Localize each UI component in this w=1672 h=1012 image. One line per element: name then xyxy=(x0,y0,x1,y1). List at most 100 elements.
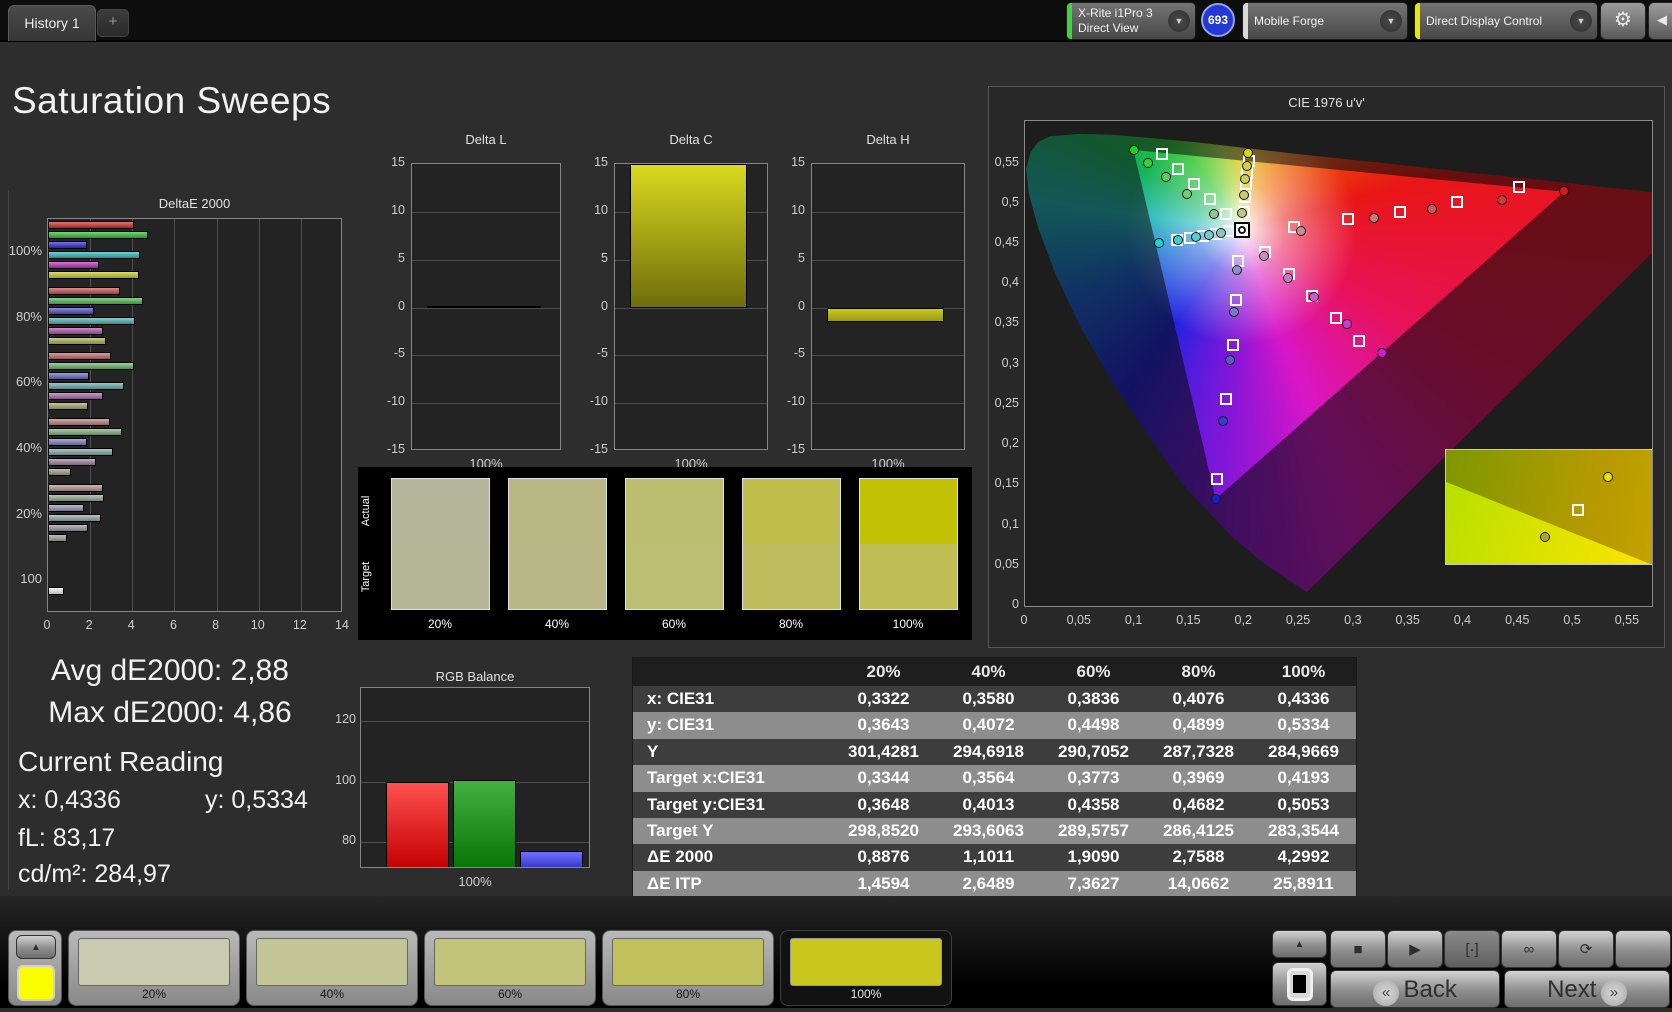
row-value: 0,4013 xyxy=(962,794,1015,814)
pattern-tile-60%[interactable]: 60% xyxy=(424,930,596,1006)
tile-swatch xyxy=(256,938,408,986)
magenta-target-marker-100pct xyxy=(1353,334,1366,347)
row-value: 0,4498 xyxy=(1067,715,1120,735)
source-select[interactable]: Mobile Forge ▼ xyxy=(1242,2,1408,40)
deltae-bar-20%-blue xyxy=(48,503,84,512)
cie-y-tick-label: 0,5 xyxy=(1001,194,1019,209)
settings-button[interactable]: ⚙ xyxy=(1600,2,1646,40)
gridline xyxy=(812,211,964,213)
swatch-100% xyxy=(859,478,958,610)
cie-x-tick-label: 0,35 xyxy=(1395,613,1420,627)
pattern-tile-40%[interactable]: 40% xyxy=(246,930,418,1006)
scroll-up-button[interactable]: ▲ xyxy=(16,935,56,959)
y-tick-label: -15 xyxy=(589,442,608,456)
rgb-plot-area xyxy=(360,687,590,868)
deltae-bar-40%-cyan xyxy=(48,448,114,456)
red-target-marker-40pct xyxy=(1342,213,1355,226)
row-label: Y xyxy=(647,741,659,761)
collapse-arrow-icon: ◀ xyxy=(1657,12,1667,27)
cie-inset-zoom xyxy=(1445,449,1652,565)
x-tick-label: 12 xyxy=(292,618,307,632)
pattern-tile-100%[interactable]: 100% xyxy=(780,930,952,1006)
deltae-bar-100%-blue xyxy=(48,241,87,249)
group-label: 80% xyxy=(15,308,42,324)
pattern-tile-80%[interactable]: 80% xyxy=(602,930,774,1006)
delta-h-chart: Delta H 15 10 5 0 -5 -10 -15 100% xyxy=(771,130,971,475)
cie-inset-gamut xyxy=(1446,481,1652,564)
deltae-bar-20%-cyan xyxy=(48,513,101,522)
row-label: Target Y xyxy=(647,820,714,840)
row-value: 0,8876 xyxy=(857,847,910,867)
inset-measured-marker xyxy=(1602,472,1613,483)
deltae-bar-20%-red xyxy=(48,483,103,492)
play-button[interactable]: ▶ xyxy=(1387,930,1443,968)
deltae-bar-60%-magenta xyxy=(48,392,103,401)
deltae-plot-area xyxy=(47,218,342,612)
meter-count-badge[interactable]: 693 xyxy=(1201,3,1235,37)
refresh-button[interactable]: ⟳ xyxy=(1558,930,1614,968)
green-target-marker-20pct xyxy=(1220,208,1233,221)
delta-l-plot-area xyxy=(411,163,561,450)
row-value: 2,6489 xyxy=(962,873,1015,893)
target-row-label: Target xyxy=(360,561,372,593)
collapse-panel-button[interactable]: ◀ xyxy=(1648,2,1672,40)
pattern-window-button[interactable] xyxy=(1272,962,1327,1006)
row-value: 0,3344 xyxy=(857,768,910,788)
actual-row-label: Actual xyxy=(360,495,372,527)
deltae-bar-40%-yellow xyxy=(48,468,72,476)
cie-x-tick-label: 0,3 xyxy=(1344,613,1362,627)
table-row: Y 301,4281 294,6918 290,7052 287,7328 284,966… xyxy=(633,738,1356,766)
back-button[interactable]: « Back xyxy=(1330,970,1500,1008)
deltae-bar-100%-yellow xyxy=(48,271,139,279)
y-tick-label: -10 xyxy=(386,394,405,409)
inset-target-marker xyxy=(1572,504,1585,517)
y-tick-label: -5 xyxy=(596,346,608,361)
magenta-measured-marker-40pct xyxy=(1283,272,1294,283)
gridline xyxy=(615,403,767,405)
y-tick-label: 5 xyxy=(398,250,405,265)
pattern-tile-20%[interactable]: 20% xyxy=(68,930,240,1006)
row-value: 301,4281 xyxy=(848,741,919,761)
next-label: Next xyxy=(1547,976,1597,1003)
continuous-button[interactable]: ∞ xyxy=(1501,930,1557,968)
single-measure-button[interactable]: [·] xyxy=(1444,930,1500,968)
scroll-up-button-right[interactable]: ▲ xyxy=(1272,930,1327,958)
row-value: 14,0662 xyxy=(1167,873,1230,893)
inset-extra-marker xyxy=(1539,531,1550,542)
y-tick-label: 0 xyxy=(398,298,405,313)
tile-label: 40% xyxy=(319,987,345,1001)
current-reading-label: Current Reading xyxy=(18,746,224,777)
table-column-header: 60% xyxy=(1076,662,1111,681)
deltae-bar-40%-magenta xyxy=(48,458,97,466)
table-row: Target y:CIE31 0,3648 0,4013 0,4358 0,4682 0,… xyxy=(633,791,1356,818)
deltae-bar-80%-green xyxy=(48,296,143,305)
table-row: Target Y 298,8520 293,6063 289,5757 286,4125… xyxy=(633,817,1356,845)
row-value: 0,4072 xyxy=(962,715,1015,735)
row-label: y: CIE31 xyxy=(647,715,715,735)
deltae-bar-60%-cyan xyxy=(48,382,124,391)
row-value: 1,4594 xyxy=(857,873,910,893)
back-label: Back xyxy=(1403,976,1457,1003)
deltae-bar-100%-cyan xyxy=(48,251,140,259)
top-bar: History 1 + X-Rite i1Pro 3 Direct View ▼… xyxy=(0,0,1672,42)
group-label: 20% xyxy=(15,505,42,521)
tile-swatch xyxy=(78,938,230,986)
tab-history-1[interactable]: History 1 xyxy=(8,5,96,41)
workflow-select[interactable]: Direct Display Control ▼ xyxy=(1414,2,1598,40)
next-button[interactable]: Next » xyxy=(1504,970,1670,1008)
cie-x-tick-label: 0 xyxy=(1020,613,1028,627)
stop-button[interactable]: ■ xyxy=(1330,930,1386,968)
tile-swatch xyxy=(790,938,942,986)
green-target-marker-40pct xyxy=(1204,193,1217,206)
tile-label: 20% xyxy=(141,987,167,1001)
swatch-60% xyxy=(625,478,724,610)
row-value: 0,3643 xyxy=(857,715,910,735)
cie-x-tick-label: 0,55 xyxy=(1614,613,1640,627)
current-pattern-swatch[interactable] xyxy=(17,965,55,1001)
yellow-measured-marker-20pct xyxy=(1237,207,1248,218)
cie-plot-area xyxy=(1024,120,1653,607)
meter-select[interactable]: X-Rite i1Pro 3 Direct View ▼ xyxy=(1066,2,1196,40)
blank-button[interactable] xyxy=(1615,930,1671,968)
red-target-marker-100pct xyxy=(1513,180,1526,193)
add-tab-button[interactable]: + xyxy=(97,9,129,37)
